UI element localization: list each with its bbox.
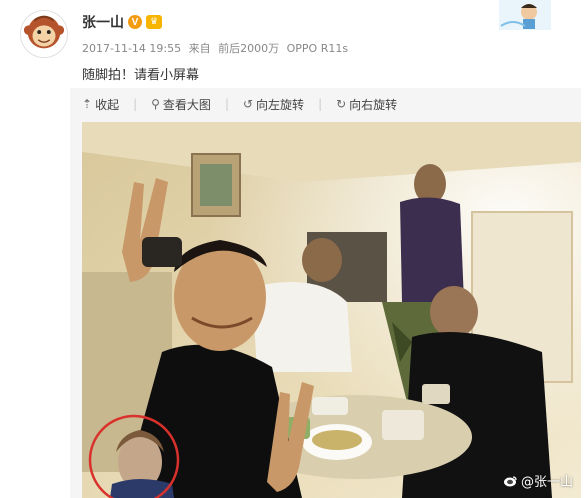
post-text: 随脚拍！请看小屏幕: [82, 68, 200, 83]
post-timestamp[interactable]: 2017-11-14 19:55: [82, 42, 181, 55]
post-meta: 2017-11-14 19:55 来自 前后2000万 OPPO R11s: [82, 40, 352, 56]
monkey-avatar-icon: [21, 11, 67, 57]
vip-crown-icon: ♛: [146, 15, 162, 29]
device-source: OPPO R11s: [286, 42, 349, 55]
selfie-photo: [82, 122, 581, 498]
toolbar-divider: |: [133, 97, 138, 111]
rotate-right-icon: ↻: [336, 97, 347, 111]
source-prefix: 来自: [188, 42, 211, 55]
magnifier-icon: ⚲: [151, 97, 160, 111]
sticker-decoration-icon: [499, 0, 551, 30]
photo-watermark: @张一山: [503, 471, 573, 490]
rotate-right-button[interactable]: ↻ 向右旋转: [336, 96, 397, 113]
rotate-left-button[interactable]: ↺ 向左旋转: [243, 96, 304, 113]
view-count: 前后2000万: [218, 42, 280, 55]
name-row: 张一山 V ♛: [82, 12, 162, 32]
watermark-text: @张一山: [520, 475, 573, 490]
collapse-button[interactable]: ⇡ 收起: [82, 96, 119, 113]
media-toolbar: ⇡ 收起 | ⚲ 查看大图 | ↺ 向左旋转 | ↻ 向右旋转: [70, 88, 581, 120]
weibo-logo-icon: [503, 475, 517, 486]
verified-badge-icon: V: [128, 15, 142, 29]
view-large-label: 查看大图: [162, 97, 211, 112]
collapse-label: 收起: [95, 97, 120, 112]
collapse-arrow-icon: ⇡: [82, 97, 93, 111]
username[interactable]: 张一山: [82, 12, 124, 32]
rotate-left-icon: ↺: [242, 97, 254, 111]
view-large-button[interactable]: ⚲ 查看大图: [151, 96, 211, 113]
rotate-right-label: 向右旋转: [349, 97, 398, 112]
weibo-post: 张一山 V ♛ 2017-11-14 19:55 来自 前后2000万 OPPO…: [0, 0, 587, 498]
user-avatar[interactable]: [20, 10, 68, 58]
post-photo[interactable]: @张一山: [82, 122, 581, 498]
toolbar-divider: |: [224, 97, 229, 111]
rotate-left-label: 向左旋转: [256, 97, 305, 112]
media-viewer: ⇡ 收起 | ⚲ 查看大图 | ↺ 向左旋转 | ↻ 向右旋转 @张一山: [70, 88, 581, 498]
toolbar-divider: |: [318, 97, 323, 111]
